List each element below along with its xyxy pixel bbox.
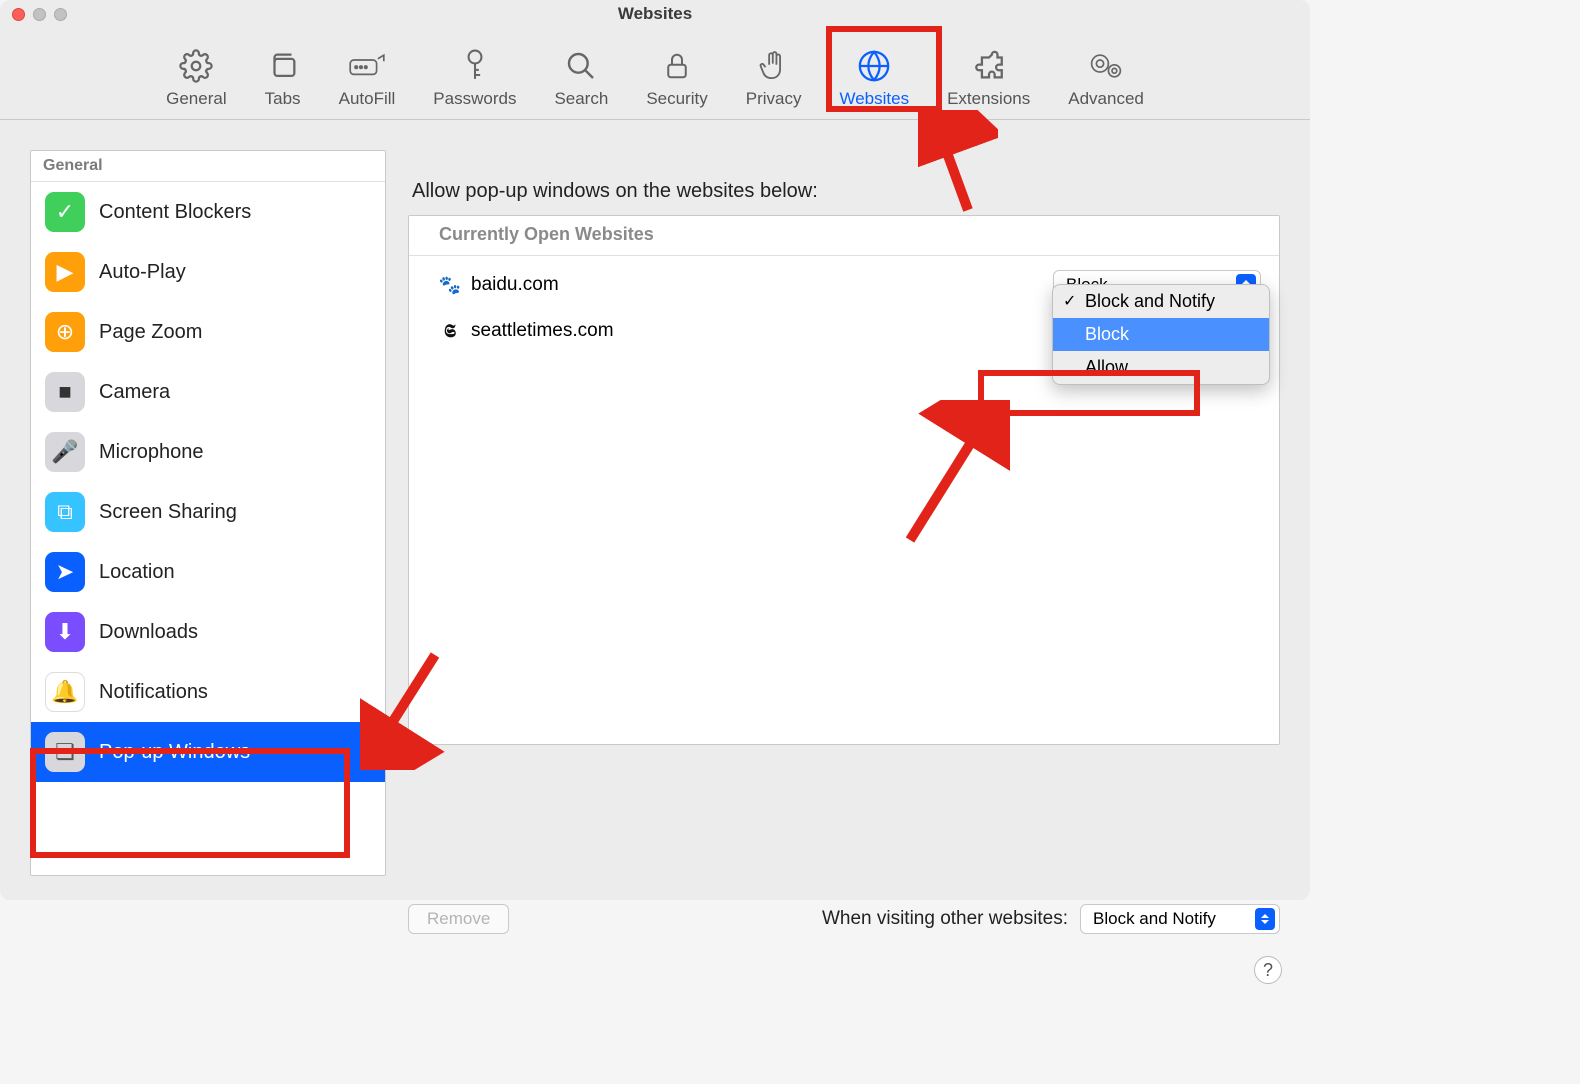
main-heading: Allow pop-up windows on the websites bel…: [412, 180, 1280, 203]
sidebar-item-label: Location: [99, 561, 175, 584]
zoom-icon: ⊕: [45, 312, 85, 352]
gear-icon: [178, 48, 214, 84]
bell-icon: 🔔: [45, 672, 85, 712]
sidebar-item-microphone[interactable]: 🎤 Microphone: [31, 422, 385, 482]
st-icon: 𝕾: [439, 320, 461, 342]
dropdown-option-block-notify[interactable]: Block and Notify: [1053, 285, 1269, 318]
toolbar-label: General: [166, 89, 226, 109]
camera-icon: ■: [45, 372, 85, 412]
remove-button[interactable]: Remove: [408, 904, 509, 934]
play-icon: ▶: [45, 252, 85, 292]
sidebar-item-page-zoom[interactable]: ⊕ Page Zoom: [31, 302, 385, 362]
tab-privacy[interactable]: Privacy: [746, 48, 802, 109]
select-value: Block and Notify: [1093, 909, 1216, 929]
list-header: Currently Open Websites: [409, 216, 1279, 256]
titlebar: Websites: [0, 0, 1310, 28]
tab-tabs[interactable]: Tabs: [265, 48, 301, 109]
sidebar-item-location[interactable]: ➤ Location: [31, 542, 385, 602]
tab-advanced[interactable]: Advanced: [1068, 48, 1144, 109]
tab-extensions[interactable]: Extensions: [947, 48, 1030, 109]
chevron-updown-icon: [1255, 908, 1275, 930]
paw-icon: 🐾: [439, 274, 461, 296]
toolbar-label: Privacy: [746, 89, 802, 109]
globe-icon: [856, 48, 892, 84]
preferences-window: Websites General Tabs AutoFill Passwords…: [0, 0, 1310, 900]
lock-icon: [659, 48, 695, 84]
sidebar-item-camera[interactable]: ■ Camera: [31, 362, 385, 422]
websites-list-box: Currently Open Websites 🐾 baidu.com Bloc…: [408, 215, 1280, 745]
default-policy-select[interactable]: Block and Notify: [1080, 904, 1280, 934]
screen-icon: ⧉: [45, 492, 85, 532]
sidebar: General ✓ Content Blockers ▶ Auto-Play ⊕…: [30, 150, 386, 876]
hand-icon: [756, 48, 792, 84]
sidebar-item-label: Downloads: [99, 621, 198, 644]
toolbar-label: Passwords: [433, 89, 516, 109]
main-pane: Allow pop-up windows on the websites bel…: [408, 150, 1280, 876]
footer-row: Remove When visiting other websites: Blo…: [408, 904, 1280, 934]
autofill-icon: [349, 48, 385, 84]
window-title: Websites: [0, 4, 1310, 24]
popup-policy-dropdown: Block and Notify Block Allow: [1052, 284, 1270, 385]
mic-icon: 🎤: [45, 432, 85, 472]
tabs-icon: [265, 48, 301, 84]
sidebar-item-label: Auto-Play: [99, 261, 186, 284]
popup-policy-select[interactable]: Block and Notify Block Allow: [1053, 316, 1261, 346]
tab-autofill[interactable]: AutoFill: [339, 48, 396, 109]
sidebar-item-downloads[interactable]: ⬇ Downloads: [31, 602, 385, 662]
sidebar-item-content-blockers[interactable]: ✓ Content Blockers: [31, 182, 385, 242]
gears-icon: [1088, 48, 1124, 84]
sidebar-item-popup-windows[interactable]: ❏ Pop-up Windows: [31, 722, 385, 782]
download-icon: ⬇: [45, 612, 85, 652]
tab-security[interactable]: Security: [646, 48, 707, 109]
website-domain: seattletimes.com: [471, 320, 614, 342]
location-icon: ➤: [45, 552, 85, 592]
sidebar-item-label: Notifications: [99, 681, 208, 704]
sidebar-item-auto-play[interactable]: ▶ Auto-Play: [31, 242, 385, 302]
toolbar-label: Extensions: [947, 89, 1030, 109]
sidebar-item-notifications[interactable]: 🔔 Notifications: [31, 662, 385, 722]
puzzle-icon: [971, 48, 1007, 84]
website-domain: baidu.com: [471, 274, 559, 296]
tab-websites[interactable]: Websites: [839, 48, 909, 109]
sidebar-item-label: Camera: [99, 381, 170, 404]
tab-general[interactable]: General: [166, 48, 226, 109]
sidebar-item-screen-sharing[interactable]: ⧉ Screen Sharing: [31, 482, 385, 542]
preferences-toolbar: General Tabs AutoFill Passwords Search S…: [0, 28, 1310, 120]
sidebar-item-label: Page Zoom: [99, 321, 202, 344]
toolbar-label: Advanced: [1068, 89, 1144, 109]
dropdown-option-allow[interactable]: Allow: [1053, 351, 1269, 384]
sidebar-item-label: Screen Sharing: [99, 501, 237, 524]
toolbar-label: Search: [554, 89, 608, 109]
dropdown-option-block[interactable]: Block: [1053, 318, 1269, 351]
toolbar-label: Websites: [839, 89, 909, 109]
content-area: General ✓ Content Blockers ▶ Auto-Play ⊕…: [30, 150, 1280, 876]
website-row[interactable]: 𝕾 seattletimes.com Block and Notify Bloc…: [409, 308, 1279, 354]
sidebar-header: General: [31, 151, 385, 182]
toolbar-label: AutoFill: [339, 89, 396, 109]
sidebar-item-label: Microphone: [99, 441, 204, 464]
sidebar-item-label: Content Blockers: [99, 201, 251, 224]
toolbar-label: Tabs: [265, 89, 301, 109]
search-icon: [563, 48, 599, 84]
key-icon: [457, 48, 493, 84]
other-websites-label: When visiting other websites:: [822, 908, 1068, 930]
tab-passwords[interactable]: Passwords: [433, 48, 516, 109]
help-button[interactable]: ?: [1254, 956, 1282, 984]
sidebar-item-label: Pop-up Windows: [99, 741, 250, 764]
tab-search[interactable]: Search: [554, 48, 608, 109]
toolbar-label: Security: [646, 89, 707, 109]
shield-icon: ✓: [45, 192, 85, 232]
popup-icon: ❏: [45, 732, 85, 772]
